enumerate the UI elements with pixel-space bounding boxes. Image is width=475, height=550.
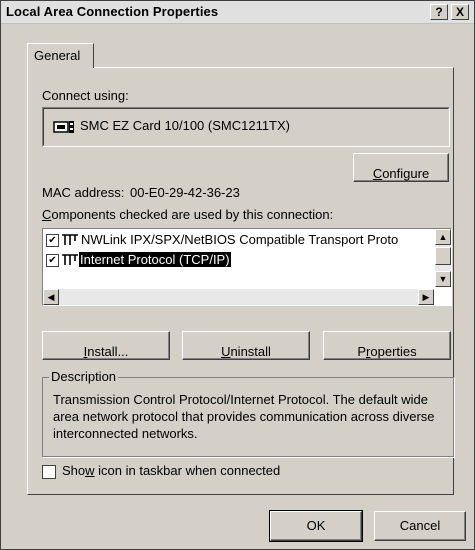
properties-dialog: Local Area Connection Properties ? X Gen… bbox=[0, 0, 475, 550]
scroll-down-button[interactable]: ▼ bbox=[435, 271, 451, 287]
vertical-scrollbar[interactable]: ▲ ▼ bbox=[435, 229, 451, 287]
component-label-selected: Internet Protocol (TCP/IP) bbox=[79, 252, 231, 267]
tab-general[interactable]: General bbox=[27, 43, 94, 68]
component-label: NWLink IPX/SPX/NetBIOS Compatible Transp… bbox=[81, 232, 399, 247]
show-icon-label: Show icon in taskbar when connected bbox=[62, 463, 281, 478]
description-text: Transmission Control Protocol/Internet P… bbox=[53, 392, 435, 441]
properties-button[interactable]: Properties bbox=[323, 331, 451, 360]
scroll-left-button[interactable]: ◀ bbox=[43, 289, 59, 305]
adapter-name: SMC EZ Card 10/100 (SMC1211TX) bbox=[80, 118, 290, 133]
mac-address-value: 00-E0-29-42-36-23 bbox=[130, 185, 240, 200]
component-checkbox[interactable]: ✔ bbox=[46, 234, 59, 247]
description-group: Description Transmission Control Protoco… bbox=[42, 369, 454, 457]
install-button[interactable]: Install... bbox=[42, 331, 170, 360]
component-checkbox[interactable]: ✔ bbox=[46, 254, 59, 267]
uninstall-button[interactable]: Uninstall bbox=[182, 331, 310, 360]
connect-using-label: Connect using: bbox=[42, 88, 129, 103]
tab-general-label: General bbox=[34, 48, 81, 63]
network-card-icon bbox=[53, 121, 74, 133]
configure-button[interactable]: Configure bbox=[353, 153, 449, 182]
show-icon-checkbox[interactable] bbox=[42, 465, 56, 479]
adapter-box: SMC EZ Card 10/100 (SMC1211TX) bbox=[42, 107, 450, 147]
show-icon-option[interactable]: Show icon in taskbar when connected bbox=[42, 463, 342, 481]
description-legend: Description bbox=[49, 369, 119, 384]
title-bar[interactable]: Local Area Connection Properties ? X bbox=[1, 1, 474, 24]
mac-address-label: MAC address: bbox=[42, 185, 125, 200]
protocol-icon bbox=[62, 234, 78, 245]
protocol-icon bbox=[62, 254, 78, 265]
horizontal-scrollbar[interactable]: ◀ ▶ bbox=[43, 289, 434, 305]
scroll-thumb[interactable] bbox=[435, 247, 451, 265]
close-button[interactable]: X bbox=[451, 4, 469, 20]
configure-accel: C bbox=[372, 166, 383, 181]
ok-button[interactable]: OK bbox=[269, 510, 363, 542]
components-label: Components checked are used by this conn… bbox=[42, 207, 334, 222]
scroll-right-button[interactable]: ▶ bbox=[418, 289, 434, 305]
window-title: Local Area Connection Properties bbox=[6, 4, 219, 19]
scroll-up-button[interactable]: ▲ bbox=[435, 229, 451, 245]
components-list[interactable]: ✔ NWLink IPX/SPX/NetBIOS Compatible Tran… bbox=[42, 228, 452, 306]
configure-label: onfigure bbox=[382, 166, 430, 181]
general-panel: Connect using: SMC EZ Card 10/100 (SMC12… bbox=[27, 67, 454, 495]
help-button[interactable]: ? bbox=[430, 4, 448, 20]
cancel-button[interactable]: Cancel bbox=[374, 511, 466, 541]
